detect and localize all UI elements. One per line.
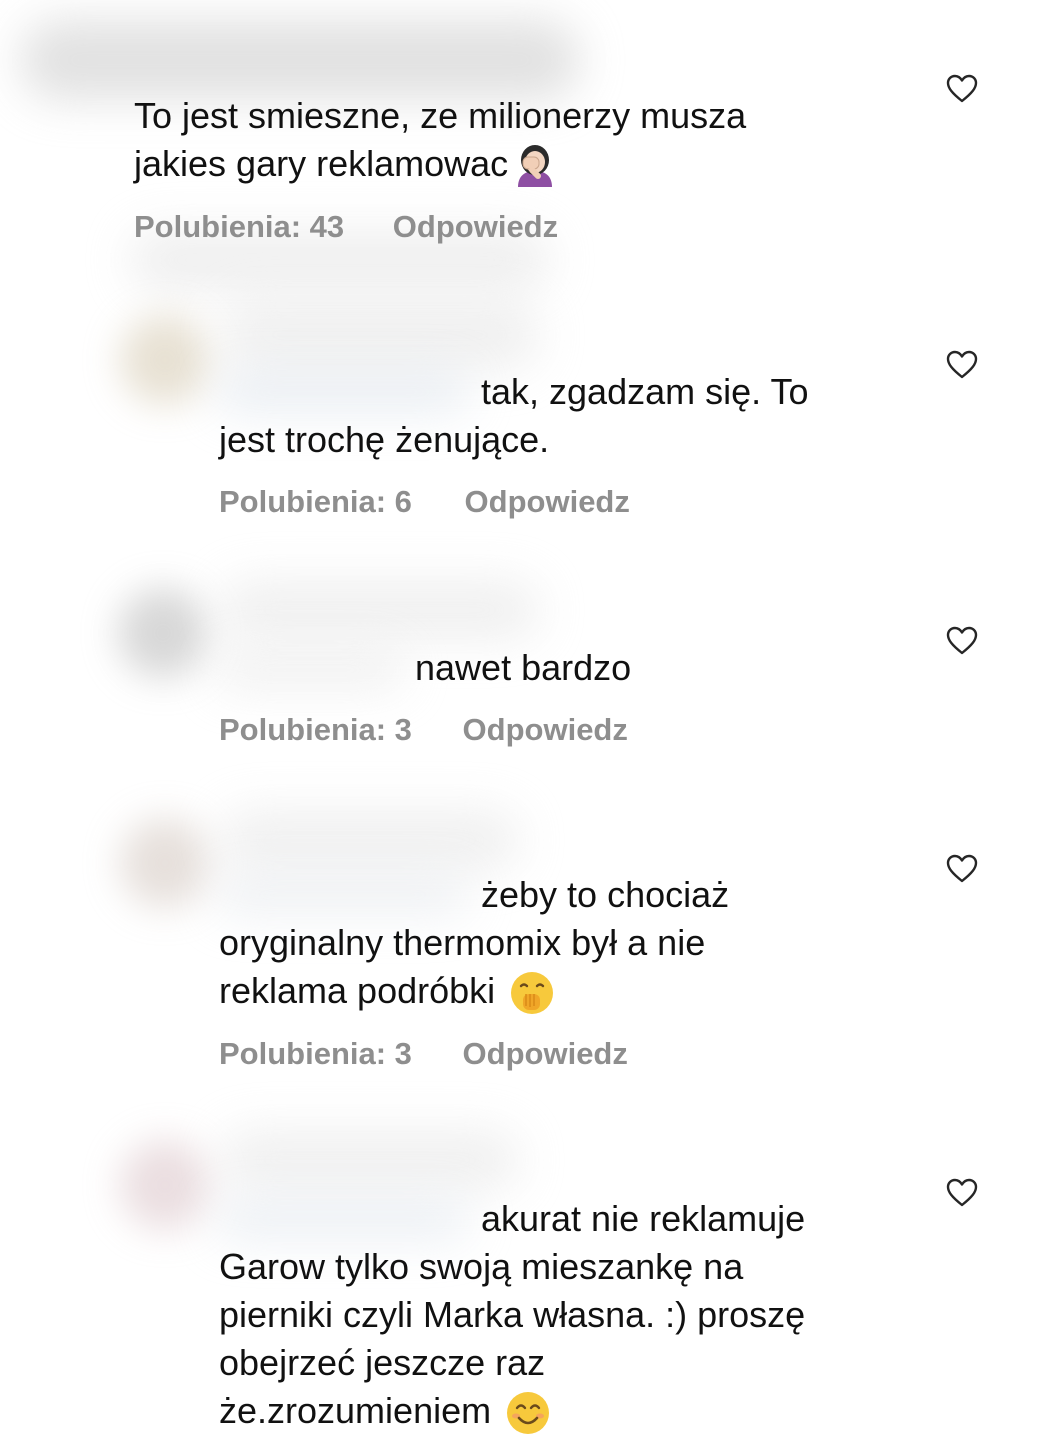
- comment-line: jest trochę żenujące.: [219, 419, 550, 460]
- smiling-face-emoji: [505, 1390, 551, 1436]
- comment-text: akurat nie reklamuje Garow tylko swoją m…: [219, 1195, 805, 1436]
- comment-text: nawet bardzo: [219, 644, 631, 692]
- redacted-avatar-5: [120, 1140, 210, 1230]
- comment-meta: Polubienia: 43 Odpowiedz: [134, 209, 558, 245]
- like-heart-icon[interactable]: [946, 350, 978, 380]
- hand-over-mouth-emoji: [509, 970, 555, 1016]
- redacted-username-3: [220, 580, 540, 640]
- likes-count[interactable]: Polubienia: 3: [219, 712, 412, 748]
- comment-line: akurat nie reklamuje: [481, 1198, 806, 1239]
- like-heart-icon[interactable]: [946, 1178, 978, 1208]
- reply-button[interactable]: Odpowiedz: [463, 712, 628, 748]
- comment-text: tak, zgadzam się. To jest trochę żenując…: [219, 368, 809, 464]
- redacted-avatar-2: [120, 315, 210, 405]
- redacted-username-1: [20, 20, 580, 100]
- likes-count[interactable]: Polubienia: 3: [219, 1036, 412, 1072]
- redacted-username-2: [220, 300, 540, 370]
- redacted-username-4: [220, 810, 520, 870]
- comment-line: nawet bardzo: [415, 647, 632, 688]
- comment-line: obejrzeć jeszcze raz: [219, 1342, 546, 1383]
- reply-button[interactable]: Odpowiedz: [393, 209, 558, 245]
- reply-button[interactable]: Odpowiedz: [463, 1036, 628, 1072]
- redacted-avatar-3: [118, 588, 208, 678]
- like-heart-icon[interactable]: [946, 626, 978, 656]
- comment-meta: Polubienia: 3 Odpowiedz: [219, 1036, 628, 1072]
- comment-text: żeby to chociaż oryginalny thermomix był…: [219, 871, 729, 1016]
- redacted-username-5: [220, 1130, 520, 1190]
- comment-text: To jest smieszne, ze milionerzy musza ja…: [134, 92, 746, 189]
- comment-line: reklama podróbki: [219, 967, 729, 1016]
- reply-button[interactable]: Odpowiedz: [465, 484, 630, 520]
- comment-line: Garow tylko swoją mieszankę na: [219, 1246, 744, 1287]
- comment-line: pierniki czyli Marka własna. :) proszę: [219, 1294, 806, 1335]
- comment-line: oryginalny thermomix był a nie: [219, 922, 706, 963]
- comment-meta: Polubienia: 6 Odpowiedz: [219, 484, 630, 520]
- comment-line: że.zrozumieniem: [219, 1387, 805, 1436]
- comment-line: To jest smieszne, ze milionerzy musza: [134, 95, 747, 136]
- comment-line: tak, zgadzam się. To: [481, 371, 809, 412]
- likes-count[interactable]: Polubienia: 43: [134, 209, 344, 245]
- likes-count[interactable]: Polubienia: 6: [219, 484, 412, 520]
- redacted-avatar-4: [120, 818, 210, 908]
- comment-line: jakies gary reklamowac: [134, 140, 746, 189]
- like-heart-icon[interactable]: [946, 74, 978, 104]
- comment-meta: Polubienia: 3 Odpowiedz: [219, 712, 628, 748]
- comment-line: żeby to chociaż: [481, 874, 730, 915]
- face-palm-woman-emoji: [512, 143, 558, 189]
- like-heart-icon[interactable]: [946, 854, 978, 884]
